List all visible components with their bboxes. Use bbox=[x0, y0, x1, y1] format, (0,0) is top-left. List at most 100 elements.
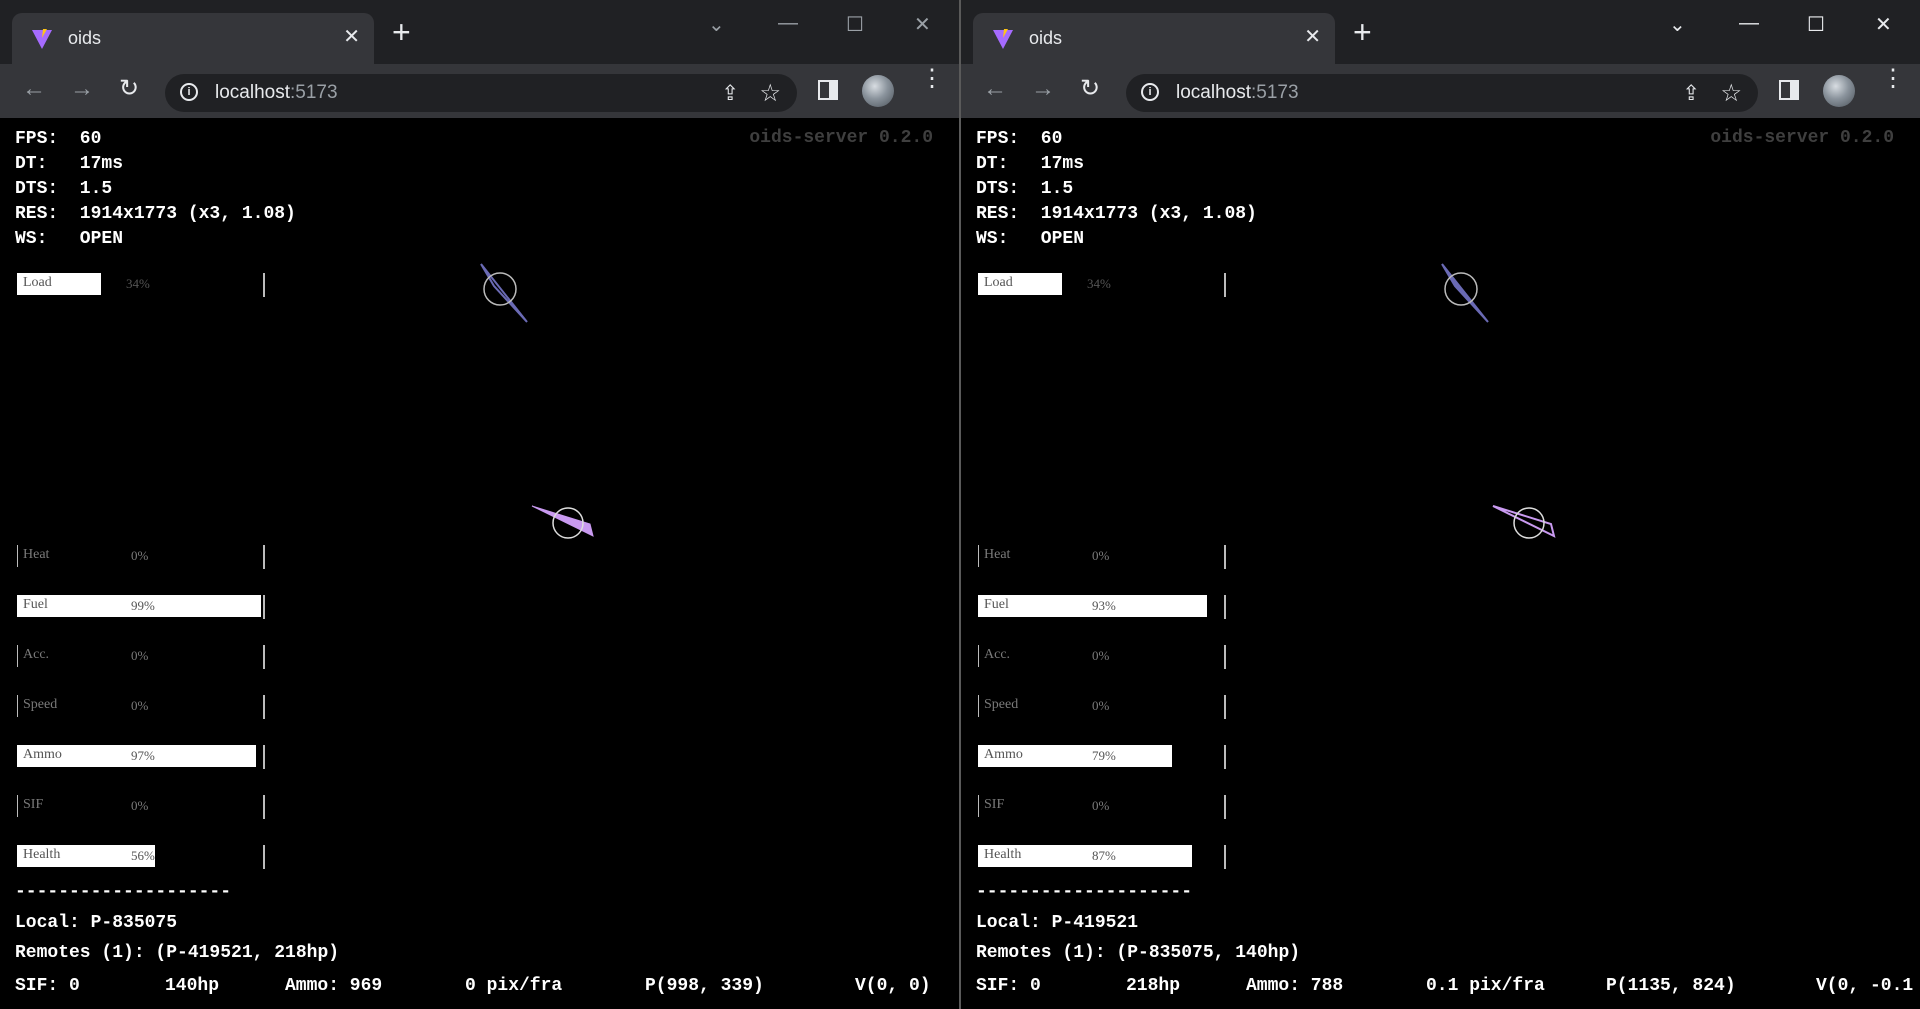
ammo-value: Ammo: 788 bbox=[1246, 976, 1344, 996]
gauge-fill bbox=[17, 695, 18, 717]
gauge-max-marker bbox=[263, 695, 265, 719]
gauge-label: Heat bbox=[23, 547, 50, 562]
close-icon[interactable]: ✕ bbox=[343, 27, 360, 47]
browser-tab[interactable]: oids ✕ bbox=[973, 13, 1335, 64]
gauge-label: Load bbox=[23, 275, 52, 290]
side-panel-icon[interactable] bbox=[818, 80, 838, 100]
info-icon[interactable]: i bbox=[180, 83, 198, 101]
dt-readout: DT: 17ms bbox=[15, 154, 124, 174]
gauge-label: Speed bbox=[23, 697, 58, 712]
chevron-down-icon[interactable]: ⌄ bbox=[708, 12, 725, 37]
gauge-fill bbox=[978, 695, 979, 717]
gauge-max-marker bbox=[1224, 695, 1226, 719]
gauge-fill bbox=[17, 795, 18, 817]
gauge-fill bbox=[17, 545, 18, 567]
hp-value: 140hp bbox=[165, 976, 220, 996]
url-text: localhost:5173 bbox=[215, 82, 338, 103]
gauge-max-marker bbox=[263, 545, 265, 569]
minimize-icon[interactable]: — bbox=[1739, 12, 1759, 35]
avatar[interactable] bbox=[1823, 75, 1855, 107]
gauge-percent: 0% bbox=[1092, 548, 1110, 563]
gauge-max-marker bbox=[263, 595, 265, 619]
gauge-percent: 34% bbox=[126, 276, 150, 291]
menu-dots-icon[interactable]: ⋮ bbox=[920, 67, 944, 91]
dts-readout: DTS: 1.5 bbox=[976, 179, 1074, 199]
info-icon[interactable]: i bbox=[1141, 83, 1159, 101]
game-canvas[interactable]: oids-server 0.2.0 FPS: 60 DT: 17ms DTS: … bbox=[0, 119, 959, 1009]
back-arrow-icon[interactable]: ← bbox=[22, 77, 46, 101]
gauge-percent: 97% bbox=[131, 748, 155, 763]
browser-toolbar: ← → ↻ i localhost:5173 ⇪ ☆ ⋮ bbox=[0, 64, 959, 118]
gauge-percent: 93% bbox=[1092, 598, 1116, 613]
forward-arrow-icon[interactable]: → bbox=[70, 77, 94, 101]
remote-players: Remotes (1): (P-835075, 140hp) bbox=[976, 943, 1301, 963]
gauge-percent: 34% bbox=[1087, 276, 1111, 291]
plus-icon[interactable]: + bbox=[1353, 16, 1372, 48]
gauge-label: Acc. bbox=[984, 647, 1011, 662]
gauge-max-marker bbox=[263, 845, 265, 869]
address-bar[interactable]: i localhost:5173 ⇪ ☆ bbox=[165, 74, 797, 112]
local-ship-icon bbox=[531, 505, 594, 539]
browser-toolbar: ← → ↻ i localhost:5173 ⇪ ☆ ⋮ bbox=[961, 64, 1920, 118]
gauge-percent: 0% bbox=[131, 648, 149, 663]
gauge-max-marker bbox=[1224, 645, 1226, 669]
forward-arrow-icon[interactable]: → bbox=[1031, 77, 1055, 101]
gauge-label: Ammo bbox=[984, 747, 1023, 762]
gauge-label: Fuel bbox=[23, 597, 48, 612]
browser-tab[interactable]: oids ✕ bbox=[12, 13, 374, 64]
separator: -------------------- bbox=[976, 882, 1193, 902]
chevron-down-icon[interactable]: ⌄ bbox=[1669, 12, 1686, 37]
gauge-percent: 79% bbox=[1092, 748, 1116, 763]
share-icon[interactable]: ⇪ bbox=[721, 81, 739, 106]
gauge-fill bbox=[978, 545, 979, 567]
side-panel-icon[interactable] bbox=[1779, 80, 1799, 100]
browser-window-left: oids ✕ + ⌄ — ☐ ✕ ← → ↻ i localhost:5173 … bbox=[0, 0, 959, 1009]
browser-window-right: oids ✕ + ⌄ — ☐ ✕ ← → ↻ i localhost:5173 … bbox=[961, 0, 1920, 1009]
gauge-percent: 0% bbox=[131, 548, 149, 563]
avatar[interactable] bbox=[862, 75, 894, 107]
gauge-label: Health bbox=[984, 847, 1022, 862]
maximize-icon[interactable]: ☐ bbox=[1807, 12, 1825, 37]
ammo-value: Ammo: 969 bbox=[285, 976, 383, 996]
gauge-label: Load bbox=[984, 275, 1013, 290]
game-canvas[interactable]: oids-server 0.2.0 FPS: 60 DT: 17ms DTS: … bbox=[961, 119, 1920, 1009]
velocity-value: V(0, 0) bbox=[855, 976, 931, 996]
star-icon[interactable]: ☆ bbox=[1720, 79, 1742, 108]
server-version: oids-server 0.2.0 bbox=[749, 128, 933, 148]
star-icon[interactable]: ☆ bbox=[759, 79, 781, 108]
title-bar: oids ✕ + ⌄ — ☐ ✕ bbox=[961, 0, 1920, 64]
gauge-label: SIF bbox=[23, 797, 44, 812]
dt-readout: DT: 17ms bbox=[976, 154, 1085, 174]
gauge-max-marker bbox=[263, 645, 265, 669]
gauge-percent: 0% bbox=[131, 698, 149, 713]
plus-icon[interactable]: + bbox=[392, 16, 411, 48]
maximize-icon[interactable]: ☐ bbox=[846, 12, 864, 37]
url-text: localhost:5173 bbox=[1176, 82, 1299, 103]
speed-value: 0 pix/fra bbox=[465, 976, 563, 996]
address-bar[interactable]: i localhost:5173 ⇪ ☆ bbox=[1126, 74, 1758, 112]
gauge-fill bbox=[978, 645, 979, 667]
gauge-percent: 0% bbox=[1092, 648, 1110, 663]
reload-icon[interactable]: ↻ bbox=[119, 77, 139, 101]
vite-logo-icon bbox=[993, 29, 1013, 49]
hp-value: 218hp bbox=[1126, 976, 1181, 996]
separator: -------------------- bbox=[15, 882, 232, 902]
velocity-value: V(0, -0.1 bbox=[1816, 976, 1914, 996]
reload-icon[interactable]: ↻ bbox=[1080, 77, 1100, 101]
gauge-label: Health bbox=[23, 847, 61, 862]
share-icon[interactable]: ⇪ bbox=[1682, 81, 1700, 106]
window-close-icon[interactable]: ✕ bbox=[914, 12, 931, 37]
menu-dots-icon[interactable]: ⋮ bbox=[1881, 67, 1905, 91]
fps-readout: FPS: 60 bbox=[976, 129, 1063, 149]
gauge-percent: 0% bbox=[1092, 798, 1110, 813]
local-player: Local: P-835075 bbox=[15, 913, 178, 933]
close-icon[interactable]: ✕ bbox=[1304, 27, 1321, 47]
window-close-icon[interactable]: ✕ bbox=[1875, 12, 1892, 37]
minimize-icon[interactable]: — bbox=[778, 12, 798, 35]
back-arrow-icon[interactable]: ← bbox=[983, 77, 1007, 101]
gauge-max-marker bbox=[1224, 845, 1226, 869]
speed-value: 0.1 pix/fra bbox=[1426, 976, 1545, 996]
tab-title: oids bbox=[1029, 28, 1063, 48]
fps-readout: FPS: 60 bbox=[15, 129, 102, 149]
gauge-label: SIF bbox=[984, 797, 1005, 812]
